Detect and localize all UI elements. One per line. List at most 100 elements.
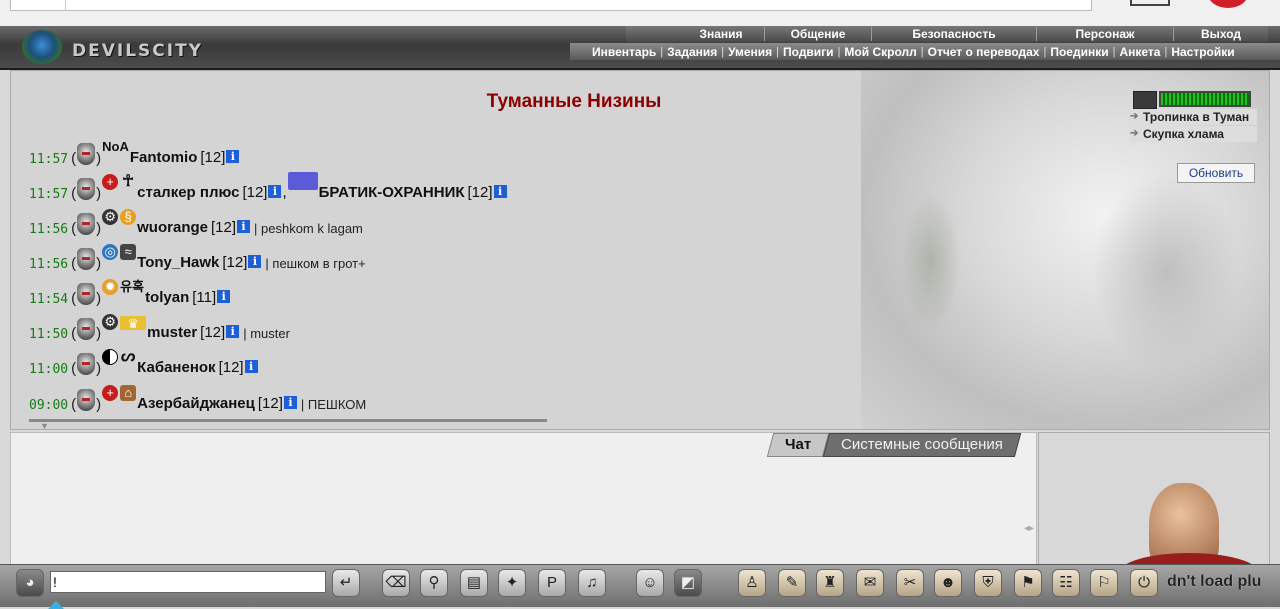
blue-orb-icon[interactable]: ◎	[102, 244, 119, 260]
tab-system-messages[interactable]: Системные сообщения	[823, 433, 1022, 457]
nav-skills[interactable]: Умения	[724, 45, 776, 59]
sound-icon[interactable]: ♫	[578, 569, 606, 597]
shield-icon[interactable]	[77, 318, 96, 340]
player-name[interactable]: tolyan	[145, 289, 189, 309]
player-name[interactable]: Fantomio	[130, 149, 198, 169]
player-name[interactable]: сталкер плюс	[137, 184, 239, 204]
info-icon[interactable]: i	[283, 396, 297, 409]
filter-icon[interactable]: ⚲	[420, 569, 448, 597]
info-icon[interactable]: i	[226, 150, 240, 163]
exit-icon[interactable]: ⏻	[1130, 569, 1158, 597]
address-bar[interactable]	[10, 0, 1092, 11]
nav-security[interactable]: Безопасность	[871, 27, 1036, 41]
shield-icon[interactable]: ⛨	[974, 569, 1002, 597]
squirrel-icon[interactable]: ᔕ	[120, 349, 136, 365]
nav-achievements[interactable]: Подвиги	[779, 45, 838, 59]
info-icon[interactable]: i	[248, 255, 262, 268]
nav-duels[interactable]: Поединки	[1046, 45, 1112, 59]
bag-icon[interactable]: ♜	[816, 569, 844, 597]
flag-icon[interactable]: ⚐	[1090, 569, 1118, 597]
browser-button[interactable]	[1130, 0, 1170, 6]
logo-text: DEVILSCITY	[72, 41, 203, 61]
exit-link-fog-path[interactable]: Тропинка в Туман	[1129, 109, 1257, 125]
player-level: [12]	[218, 359, 244, 376]
gear-icon[interactable]: ⚙	[102, 314, 119, 330]
player-name[interactable]: Азербайджанец	[137, 395, 255, 415]
group-icon[interactable]: ☷	[1052, 569, 1080, 597]
save-icon[interactable]: ▤	[460, 569, 488, 597]
nav-transfer-report[interactable]: Отчет о переводах	[924, 45, 1044, 59]
health-bar	[1159, 91, 1251, 107]
red-cross-icon[interactable]: +	[102, 385, 119, 401]
player-name[interactable]: muster	[147, 324, 197, 344]
player-status: | пешком в грот+	[265, 256, 366, 271]
shield-icon[interactable]	[77, 248, 96, 270]
nav-my-scroll[interactable]: Мой Скролл	[840, 45, 920, 59]
chat-mode-icon[interactable]: ◕	[16, 569, 44, 597]
pl-icon[interactable]: P	[538, 569, 566, 597]
exit-link-junk-shop[interactable]: Скупка хлама	[1129, 126, 1257, 142]
info-icon[interactable]: i	[237, 220, 251, 233]
shield-icon[interactable]	[77, 389, 96, 411]
red-cross-icon[interactable]: +	[102, 174, 119, 190]
main-nav: Знания Общение Безопасность Персонаж Вых…	[626, 26, 1268, 42]
nav-character[interactable]: Персонаж	[1036, 27, 1173, 41]
clan-text-icon[interactable]: 유혹	[120, 279, 144, 295]
player-row: 11:54 () ✹ 유혹 tolyan [11] i	[29, 279, 231, 309]
nav-quests[interactable]: Задания	[663, 45, 721, 59]
shield-icon[interactable]	[77, 178, 96, 200]
crown-icon[interactable]: ♛	[120, 316, 147, 331]
chat-input[interactable]	[50, 571, 326, 593]
helmet-icon[interactable]: ◩	[674, 569, 702, 597]
player-name[interactable]: wuorange	[137, 219, 208, 239]
mask-icon[interactable]: ☻	[934, 569, 962, 597]
nav-communication[interactable]: Общение	[764, 27, 871, 41]
scroll-icon[interactable]: ✉	[856, 569, 884, 597]
paren-open: (	[71, 360, 77, 377]
clan-picture-icon[interactable]	[287, 172, 318, 190]
resize-handle-icon[interactable]: ▼	[40, 421, 49, 431]
caret-icon	[48, 601, 64, 609]
clan-icon[interactable]: ⚑	[1014, 569, 1042, 597]
eraser-icon[interactable]: ⌫	[382, 569, 410, 597]
gear-icon[interactable]: ⚙	[102, 209, 119, 225]
send-icon[interactable]: ↵	[332, 569, 360, 597]
info-icon[interactable]: i	[217, 290, 231, 303]
nav-knowledge[interactable]: Знания	[678, 27, 764, 41]
player-time: 09:00	[29, 398, 69, 413]
tools-icon[interactable]: ✂	[896, 569, 924, 597]
refresh-button[interactable]: Обновить	[1177, 163, 1255, 183]
shield-icon[interactable]	[77, 143, 96, 165]
shield-icon[interactable]	[77, 213, 96, 235]
nav-inventory[interactable]: Инвентарь	[588, 45, 660, 59]
walk-icon[interactable]: ✦	[498, 569, 526, 597]
swirl-icon[interactable]: §	[120, 209, 137, 225]
tab-chat[interactable]: Чат	[766, 433, 830, 457]
smile-icon[interactable]: ☺	[636, 569, 664, 597]
wings-icon[interactable]: ≈	[120, 244, 137, 260]
shield-icon[interactable]	[77, 283, 96, 305]
info-icon[interactable]: i	[268, 185, 282, 198]
player-name[interactable]: Кабаненок	[137, 359, 215, 379]
info-icon[interactable]: i	[226, 325, 240, 338]
orange-badge-icon[interactable]: ✹	[102, 279, 119, 295]
shield-icon[interactable]	[77, 353, 96, 375]
house-icon[interactable]: ⌂	[120, 385, 137, 401]
player-status: | ПЕШКОМ	[300, 397, 367, 412]
ankh-icon[interactable]: ☥	[120, 174, 136, 190]
magic-icon[interactable]: ✎	[778, 569, 806, 597]
nav-exit[interactable]: Выход	[1173, 27, 1268, 41]
potion-icon[interactable]: ♙	[738, 569, 766, 597]
side-resize-icon[interactable]: ◂▸	[1024, 523, 1034, 534]
clan-icon[interactable]: NoA	[102, 139, 129, 155]
nav-profile[interactable]: Анкета	[1115, 45, 1164, 59]
info-icon[interactable]: i	[244, 360, 258, 373]
player-time: 11:00	[29, 362, 69, 377]
info-icon[interactable]: i	[493, 185, 507, 198]
yin-yang-icon[interactable]	[102, 349, 119, 365]
map-icon[interactable]	[1133, 91, 1157, 109]
player-name[interactable]: Tony_Hawk	[137, 254, 219, 274]
nav-settings[interactable]: Настройки	[1167, 45, 1238, 59]
horizontal-scrollbar[interactable]	[29, 419, 547, 422]
companion-name[interactable]: БРАТИК-ОХРАННИК	[319, 184, 465, 204]
